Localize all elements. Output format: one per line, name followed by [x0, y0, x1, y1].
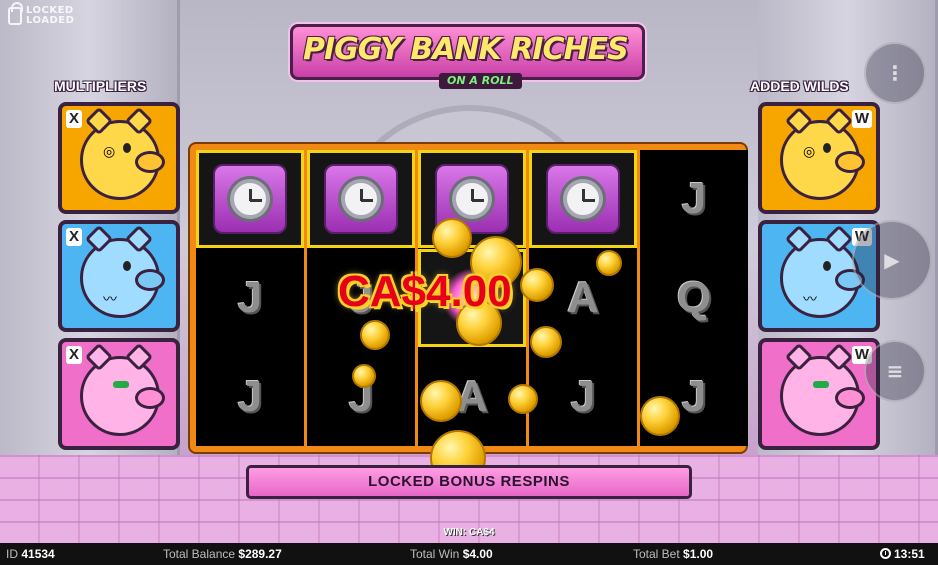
lock-icon [8, 2, 23, 25]
wristwatch-icon [324, 164, 398, 234]
reel-symbol: Q [640, 249, 748, 347]
reel-column: JJ [196, 150, 304, 446]
blue-piggy-mustache-icon: 〰 [80, 224, 165, 318]
symbol-letter: J [570, 372, 596, 421]
coin-icon [520, 268, 554, 302]
reel-symbol: J [529, 348, 637, 446]
gold-piggy-monocle-icon: ◎ [80, 106, 165, 200]
wild-tag: W [851, 110, 872, 128]
reel-symbol: J [196, 348, 304, 446]
total-bet: Total Bet $1.00 [633, 547, 714, 561]
coin-icon [530, 326, 562, 358]
respins-banner: LOCKED BONUS RESPINS [246, 465, 692, 499]
locked-watch-symbol [529, 150, 637, 248]
coin-icon [640, 396, 680, 436]
symbol-letter: Q [676, 273, 712, 322]
bet-button[interactable]: ≡ [864, 340, 926, 402]
multipliers-title: MULTIPLIERS [54, 78, 147, 94]
total-win: Total Win $4.00 [410, 547, 493, 561]
wristwatch-icon [546, 164, 620, 234]
wild-slot-3: W [758, 338, 880, 450]
spin-button[interactable]: ▶ [852, 220, 932, 300]
clock-icon [880, 548, 891, 559]
menu-icon: ⋮ [885, 61, 905, 85]
total-balance: Total Balance $289.27 [163, 547, 282, 561]
coin-icon [432, 218, 472, 258]
game-logo: PIGGY BANK RICHES ON A ROLL [290, 24, 645, 89]
win-amount: CA$4.00 [338, 267, 512, 316]
reel-symbol: J [307, 348, 415, 446]
menu-button[interactable]: ⋮ [864, 42, 926, 104]
bet-stack-icon: ≡ [886, 359, 904, 383]
gold-piggy-monocle-icon: ◎ [780, 106, 865, 200]
pink-piggy-sunglasses-icon [80, 342, 165, 436]
spin-icon: ▶ [884, 248, 900, 272]
clock: 13:51 [880, 543, 925, 565]
reel-symbol: J [196, 249, 304, 347]
wild-slot-1: W ◎ [758, 102, 880, 214]
game-subtitle: ON A ROLL [439, 73, 522, 89]
game-stage: LOCKED LOADED PIGGY BANK RICHES ON A ROL… [0, 0, 938, 543]
locked-watch-symbol [196, 150, 304, 248]
session-id: ID 41534 [6, 547, 55, 561]
multiplier-tag: X [66, 228, 83, 246]
multiplier-slot-1: X ◎ [58, 102, 180, 214]
multiplier-tag: X [66, 346, 83, 364]
status-bar: ID 41534 Total Balance $289.27 Total Win… [0, 543, 938, 565]
symbol-letter: J [237, 372, 263, 421]
symbol-letter: J [681, 174, 707, 223]
symbol-letter: J [237, 273, 263, 322]
wristwatch-icon [213, 164, 287, 234]
brand-logo: LOCKED LOADED [8, 2, 75, 26]
brand-line2: LOADED [26, 15, 75, 26]
added-wilds-title: ADDED WILDS [750, 78, 849, 94]
coin-icon [420, 380, 462, 422]
multiplier-slot-2: X 〰 [58, 220, 180, 332]
coin-icon [508, 384, 538, 414]
coin-icon [596, 250, 622, 276]
win-readout: WIN: CA$4 [443, 527, 495, 538]
multiplier-slot-3: X [58, 338, 180, 450]
multiplier-tag: X [66, 110, 83, 128]
coin-icon [360, 320, 390, 350]
symbol-letter: A [567, 273, 599, 322]
blue-piggy-mustache-icon: 〰 [780, 224, 865, 318]
pink-piggy-sunglasses-icon [780, 342, 865, 436]
locked-watch-symbol [307, 150, 415, 248]
respins-label: LOCKED BONUS RESPINS [368, 473, 570, 490]
game-title: PIGGY BANK RICHES [303, 32, 629, 67]
symbol-letter: J [681, 372, 707, 421]
coin-icon [352, 364, 376, 388]
reel-symbol: J [640, 150, 748, 248]
